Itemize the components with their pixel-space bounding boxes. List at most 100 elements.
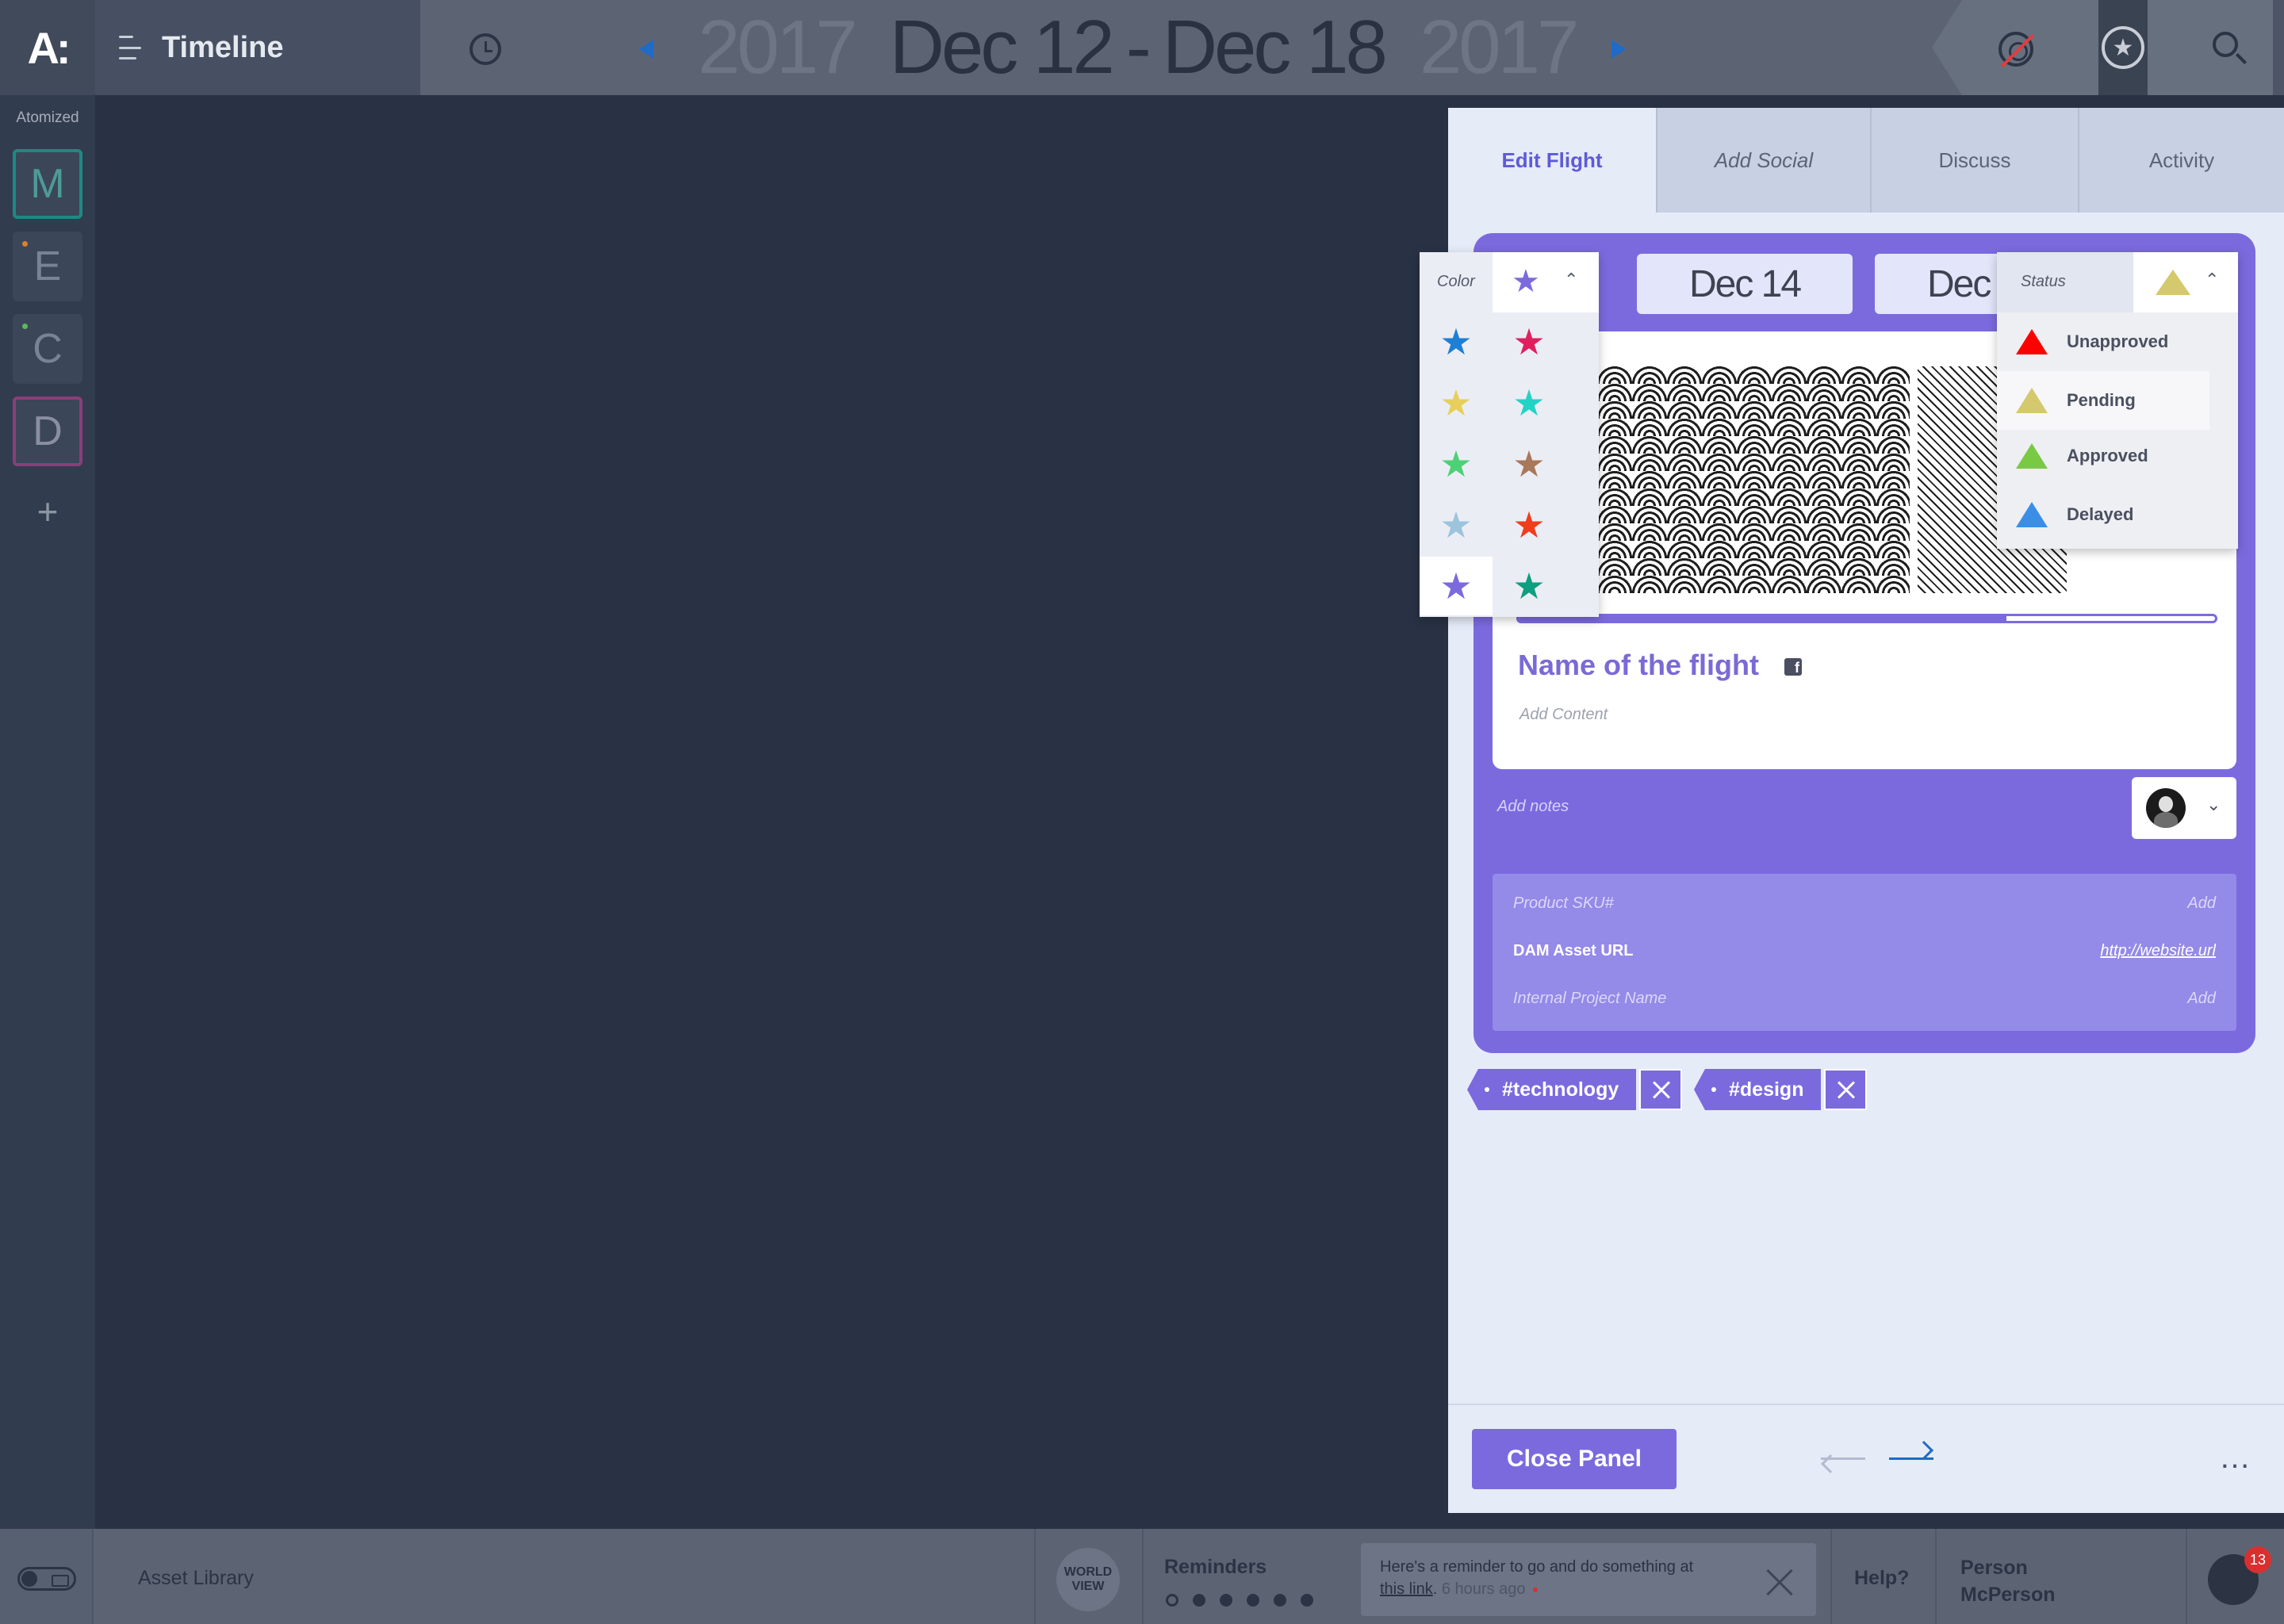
- color-select[interactable]: ★ ⌃: [1493, 252, 1599, 312]
- meta-add-button[interactable]: Add: [2187, 990, 2216, 1013]
- tag-label[interactable]: #technology: [1466, 1069, 1637, 1110]
- owner-select[interactable]: ⌄: [2132, 777, 2236, 839]
- status-option-delayed[interactable]: Delayed: [1997, 485, 2209, 544]
- status-option-pending[interactable]: Pending: [1997, 371, 2209, 430]
- tag-label[interactable]: #design: [1693, 1069, 1822, 1110]
- asset-library-button[interactable]: Asset Library: [138, 1567, 254, 1590]
- project-e[interactable]: E: [13, 232, 82, 301]
- color-label: Color: [1437, 273, 1475, 290]
- view-toggle[interactable]: [17, 1567, 76, 1591]
- reminder-text: Here's a reminder to go and do something…: [1380, 1556, 1721, 1600]
- start-date-field[interactable]: Dec 14: [1637, 254, 1853, 314]
- history-clock-icon[interactable]: [469, 33, 501, 65]
- tab-add-social[interactable]: Add Social: [1656, 108, 1870, 213]
- panel-tabs: Edit Flight Add Social Discuss Activity: [1448, 108, 2284, 213]
- reminder-page-dot[interactable]: [1274, 1594, 1286, 1607]
- meta-add-button[interactable]: Add: [2187, 894, 2216, 918]
- more-options-icon[interactable]: …: [2219, 1440, 2252, 1476]
- color-star-icon[interactable]: ★: [1493, 312, 1565, 371]
- avatar: [2146, 788, 2186, 828]
- project-c[interactable]: C: [13, 314, 82, 384]
- color-star-icon[interactable]: ★: [1493, 557, 1565, 615]
- next-arrow-icon[interactable]: [1889, 1457, 1933, 1460]
- target-off-icon[interactable]: [1998, 32, 2033, 67]
- color-star-icon[interactable]: ★: [1493, 373, 1565, 432]
- red-triangle-icon: [2016, 329, 2048, 354]
- remove-tag-icon[interactable]: [1639, 1069, 1683, 1110]
- reminders-label: Reminders: [1164, 1556, 1267, 1578]
- status-label: Status: [2021, 273, 2066, 290]
- reminder-link[interactable]: this link: [1380, 1580, 1433, 1598]
- project-letter: D: [33, 408, 63, 454]
- user-name[interactable]: Person McPerson: [1960, 1554, 2055, 1608]
- status-option-approved[interactable]: Approved: [1997, 427, 2209, 485]
- meta-key: Product SKU#: [1513, 894, 1614, 912]
- tab-edit-flight[interactable]: Edit Flight: [1448, 108, 1656, 213]
- search-icon[interactable]: [2213, 32, 2238, 57]
- add-project-button[interactable]: +: [0, 490, 95, 533]
- timeline-menu[interactable]: Timeline: [95, 0, 450, 95]
- project-d[interactable]: D: [13, 396, 82, 466]
- color-dropdown-header: Color ★ ⌃: [1420, 252, 1599, 312]
- add-content-field[interactable]: Add Content: [1519, 706, 1608, 724]
- reminder-page-dot[interactable]: [1220, 1594, 1232, 1607]
- remove-tag-icon[interactable]: [1824, 1069, 1868, 1110]
- color-star-icon[interactable]: ★: [1493, 435, 1565, 493]
- project-status-dot: [22, 241, 28, 247]
- toolbar-edge: [2273, 0, 2284, 95]
- page-title: Timeline: [162, 30, 284, 64]
- flight-name[interactable]: Name of the flight: [1518, 649, 1759, 682]
- tag-technology: #technology: [1466, 1069, 1683, 1110]
- prev-week-arrow-icon[interactable]: [639, 40, 653, 59]
- title-chevron: [420, 0, 450, 95]
- chevron-up-icon: ⌃: [2205, 270, 2220, 289]
- reminder-page-dot[interactable]: [1193, 1594, 1205, 1607]
- project-m[interactable]: M: [13, 149, 82, 219]
- divider: [1448, 1404, 2284, 1405]
- status-dropdown-header: Status ⌃: [1997, 252, 2238, 312]
- world-view-button[interactable]: WORLD VIEW: [1056, 1548, 1120, 1611]
- project-letter: E: [33, 243, 62, 289]
- status-option-label: Unapproved: [2067, 331, 2169, 351]
- flight-image-pattern[interactable]: [1562, 366, 1910, 593]
- workspace-label: Atomized: [16, 109, 79, 126]
- tab-discuss[interactable]: Discuss: [1870, 108, 2078, 213]
- status-select[interactable]: ⌃: [2133, 252, 2238, 312]
- reminder-pager: [1166, 1594, 1328, 1607]
- color-star-icon[interactable]: ★: [1420, 373, 1493, 432]
- tab-activity[interactable]: Activity: [2078, 108, 2284, 213]
- color-star-icon[interactable]: ★: [1420, 312, 1493, 371]
- chevron-up-icon: ⌃: [1564, 270, 1579, 289]
- meta-row-dam: DAM Asset URL http://website.url: [1513, 942, 2216, 966]
- facebook-icon: f: [1784, 658, 1802, 676]
- blue-triangle-icon: [2016, 502, 2048, 527]
- close-panel-button[interactable]: Close Panel: [1472, 1429, 1677, 1489]
- range-end: Dec 18: [1162, 5, 1388, 90]
- dam-asset-link[interactable]: http://website.url: [2100, 942, 2216, 966]
- prev-arrow-icon[interactable]: [1821, 1457, 1865, 1460]
- yellow-triangle-icon: [2016, 388, 2048, 413]
- color-star-icon[interactable]: ★: [1493, 496, 1565, 554]
- help-button[interactable]: Help?: [1854, 1567, 1909, 1590]
- end-date-field[interactable]: Dec: [1875, 254, 2002, 314]
- meta-row-project: Internal Project Name Add: [1513, 990, 2216, 1013]
- range-separator: -: [1125, 5, 1152, 90]
- color-star-icon[interactable]: ★: [1420, 557, 1493, 615]
- app-logo[interactable]: A:: [0, 0, 95, 95]
- add-notes-field[interactable]: Add notes: [1497, 798, 1569, 816]
- color-star-icon[interactable]: ★: [1420, 496, 1493, 554]
- hamburger-icon[interactable]: [119, 36, 143, 59]
- status-option-unapproved[interactable]: Unapproved: [1997, 312, 2209, 371]
- project-letter: M: [30, 161, 65, 207]
- flight-progress: [1516, 614, 2217, 623]
- divider: [1830, 1529, 1832, 1624]
- favorites-button[interactable]: ★: [2098, 0, 2148, 95]
- reminder-page-dot[interactable]: [1247, 1594, 1259, 1607]
- reminder-page-dot[interactable]: [1301, 1594, 1313, 1607]
- project-letter: C: [33, 326, 63, 372]
- reminder-page-dot[interactable]: [1166, 1594, 1178, 1607]
- next-week-arrow-icon[interactable]: [1611, 40, 1626, 59]
- color-star-icon[interactable]: ★: [1420, 435, 1493, 493]
- close-icon[interactable]: [1762, 1567, 1794, 1599]
- status-dropdown: Status ⌃ Unapproved Pending Approved Del…: [1997, 252, 2238, 549]
